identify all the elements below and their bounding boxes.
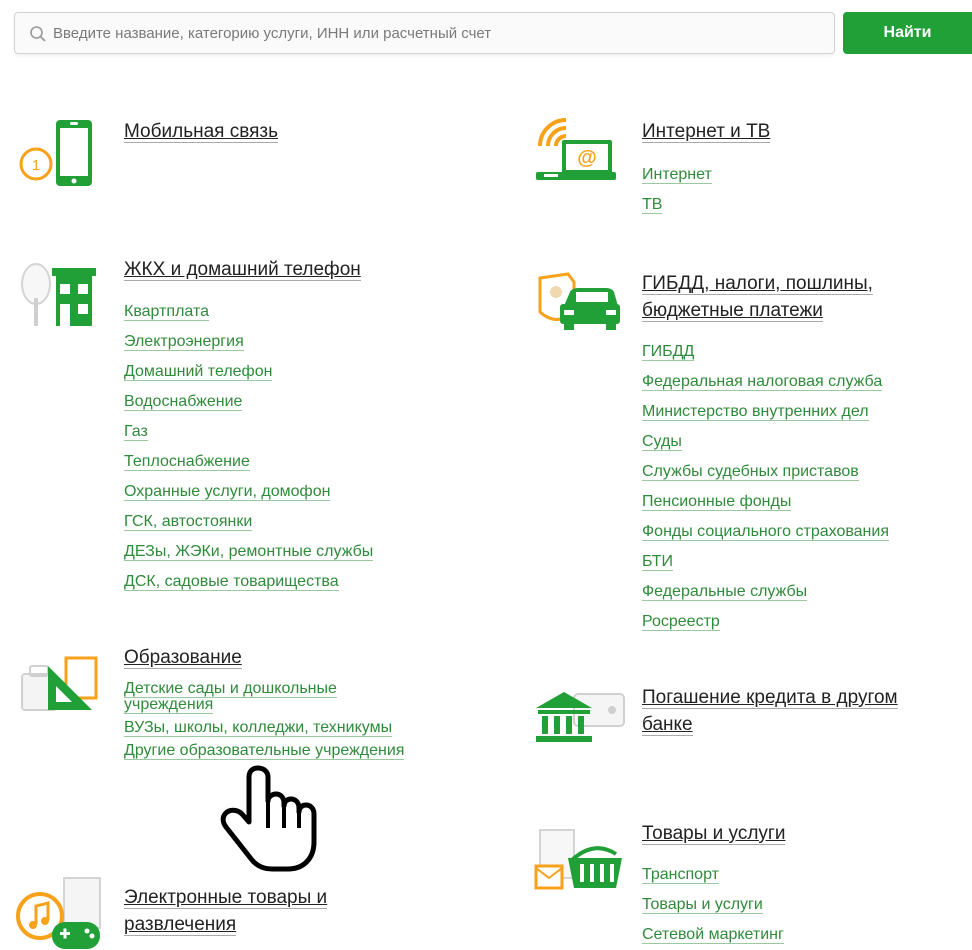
link-gas[interactable]: Газ bbox=[124, 417, 504, 447]
category-gibdd: ГИБДД, налоги, пошлины, бюджетные платежи… bbox=[642, 270, 972, 637]
link-repair-services[interactable]: ДЕЗы, ЖЭКи, ремонтные службы bbox=[124, 537, 504, 567]
category-mobile-title[interactable]: Мобильная связь bbox=[124, 120, 484, 143]
house-tree-icon bbox=[21, 263, 96, 326]
category-utilities: ЖКХ и домашний телефон Квартплата Электр… bbox=[124, 258, 504, 597]
link-mvd[interactable]: Министерство внутренних дел bbox=[642, 397, 972, 427]
hand-cursor-icon bbox=[220, 765, 317, 872]
car-emblem-icon bbox=[538, 272, 620, 330]
link-tax-service[interactable]: Федеральная налоговая служба bbox=[642, 367, 972, 397]
category-credit-title[interactable]: Погашение кредита в другом банке bbox=[642, 684, 972, 738]
music-gamepad-icon bbox=[16, 877, 101, 949]
link-internet[interactable]: Интернет bbox=[642, 160, 972, 190]
category-internet: Интернет и ТВ Интернет ТВ bbox=[642, 120, 972, 220]
bank-building-icon bbox=[536, 692, 625, 742]
link-other-education[interactable]: Другие образовательные учреждения bbox=[124, 742, 414, 760]
link-kvartplata[interactable]: Квартплата bbox=[124, 297, 504, 327]
category-internet-title[interactable]: Интернет и ТВ bbox=[642, 120, 972, 143]
mobile-phone-icon: 1 bbox=[19, 120, 92, 186]
link-home-phone[interactable]: Домашний телефон bbox=[124, 357, 504, 387]
link-courts[interactable]: Суды bbox=[642, 427, 972, 457]
link-transport[interactable]: Транспорт bbox=[642, 860, 972, 890]
category-gibdd-title[interactable]: ГИБДД, налоги, пошлины, бюджетные платежи bbox=[642, 270, 972, 324]
category-mobile: Мобильная связь bbox=[124, 120, 484, 143]
svg-text:@: @ bbox=[577, 147, 597, 169]
category-electronics-title[interactable]: Электронные товары и развлечения bbox=[124, 884, 454, 938]
link-kindergartens[interactable]: Детские сады и дошкольные учреждения bbox=[124, 680, 414, 714]
search-box bbox=[14, 12, 835, 54]
category-goods-title[interactable]: Товары и услуги bbox=[642, 822, 972, 845]
link-network-marketing[interactable]: Сетевой маркетинг bbox=[642, 920, 972, 950]
link-water[interactable]: Водоснабжение bbox=[124, 387, 504, 417]
link-bailiffs[interactable]: Службы судебных приставов bbox=[642, 457, 972, 487]
shopping-basket-icon bbox=[534, 829, 622, 890]
link-universities-schools[interactable]: ВУЗы, школы, колледжи, техникумы bbox=[124, 719, 414, 737]
link-parking[interactable]: ГСК, автостоянки bbox=[124, 507, 504, 537]
link-heating[interactable]: Теплоснабжение bbox=[124, 447, 504, 477]
ruler-triangle-icon bbox=[21, 656, 98, 711]
svg-text:1: 1 bbox=[32, 157, 40, 174]
link-electricity[interactable]: Электроэнергия bbox=[124, 327, 504, 357]
link-federal-services[interactable]: Федеральные службы bbox=[642, 577, 972, 607]
link-social-insurance[interactable]: Фонды социального страхования bbox=[642, 517, 972, 547]
category-goods: Товары и услуги Транспорт Товары и услуг… bbox=[642, 822, 972, 950]
search-button[interactable]: Найти bbox=[843, 12, 972, 54]
laptop-wifi-icon: @ bbox=[536, 118, 616, 180]
category-credit: Погашение кредита в другом банке bbox=[642, 684, 972, 738]
search-input[interactable] bbox=[53, 13, 823, 53]
link-rosreestr[interactable]: Росреестр bbox=[642, 607, 972, 637]
category-education-title[interactable]: Образование bbox=[124, 646, 424, 669]
link-security-intercom[interactable]: Охранные услуги, домофон bbox=[124, 477, 504, 507]
link-bti[interactable]: БТИ bbox=[642, 547, 972, 577]
search-icon bbox=[30, 26, 46, 42]
link-pension-funds[interactable]: Пенсионные фонды bbox=[642, 487, 972, 517]
category-education: Образование Детские сады и дошкольные уч… bbox=[124, 646, 424, 766]
link-garden-partnerships[interactable]: ДСК, садовые товарищества bbox=[124, 567, 504, 597]
category-electronics: Электронные товары и развлечения bbox=[124, 884, 454, 938]
link-goods-services[interactable]: Товары и услуги bbox=[642, 890, 972, 920]
category-utilities-title[interactable]: ЖКХ и домашний телефон bbox=[124, 258, 504, 281]
link-tv[interactable]: ТВ bbox=[642, 190, 972, 220]
link-gibdd[interactable]: ГИБДД bbox=[642, 337, 972, 367]
